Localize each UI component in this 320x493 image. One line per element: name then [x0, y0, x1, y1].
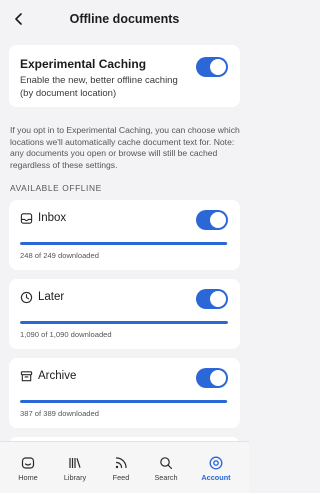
- library-icon: [69, 458, 81, 468]
- tab-home[interactable]: Home: [5, 442, 51, 493]
- chevron-left-icon: [15, 13, 22, 25]
- download-status: 1,090 of 1,090 downloaded: [20, 330, 112, 339]
- section-label-available-offline: AVAILABLE OFFLINE: [10, 183, 102, 193]
- clock-icon: [20, 291, 33, 304]
- download-status: 248 of 249 downloaded: [20, 251, 99, 260]
- location-card-archive: Archive 387 of 389 downloaded: [9, 358, 240, 428]
- tab-label: Search: [154, 473, 178, 482]
- location-card-inbox: Inbox 248 of 249 downloaded: [9, 200, 240, 270]
- download-progress-fill: [20, 400, 227, 403]
- location-name: Archive: [38, 370, 77, 382]
- experimental-caching-description: Enable the new, better offline caching (…: [20, 75, 178, 99]
- location-name: Later: [38, 291, 65, 303]
- download-progress-bar: [20, 321, 228, 324]
- bottom-tab-bar: Home Library Feed Search Account: [0, 441, 249, 493]
- toggle-knob: [210, 291, 226, 307]
- home-icon: [21, 457, 35, 469]
- download-progress-bar: [20, 242, 228, 245]
- toggle-knob: [210, 370, 226, 386]
- back-button[interactable]: [8, 8, 30, 30]
- download-progress-fill: [20, 242, 228, 245]
- page-title: Offline documents: [69, 12, 180, 26]
- experimental-caching-toggle[interactable]: [196, 57, 228, 77]
- location-name: Inbox: [38, 212, 67, 224]
- experimental-caching-title: Experimental Caching: [20, 57, 147, 71]
- account-icon: [209, 456, 223, 470]
- header-bar: Offline documents: [0, 0, 249, 38]
- download-progress-fill: [20, 321, 228, 324]
- tab-library[interactable]: Library: [52, 442, 98, 493]
- tab-feed[interactable]: Feed: [98, 442, 144, 493]
- archive-icon: [20, 371, 33, 382]
- download-status: 387 of 389 downloaded: [20, 409, 99, 418]
- tab-label: Account: [201, 473, 231, 482]
- inbox-offline-toggle[interactable]: [196, 210, 228, 230]
- location-card-later: Later 1,090 of 1,090 downloaded: [9, 279, 240, 349]
- tab-label: Feed: [112, 473, 130, 482]
- archive-offline-toggle[interactable]: [196, 368, 228, 388]
- inbox-icon: [20, 213, 33, 224]
- tab-label: Library: [63, 473, 87, 482]
- experimental-caching-info: If you opt in to Experimental Caching, y…: [10, 125, 240, 170]
- feed-icon: [115, 457, 127, 469]
- toggle-knob: [210, 212, 226, 228]
- tab-search[interactable]: Search: [143, 442, 189, 493]
- tab-label: Home: [18, 473, 38, 482]
- later-offline-toggle[interactable]: [196, 289, 228, 309]
- search-icon: [160, 457, 173, 470]
- tab-account[interactable]: Account: [193, 442, 239, 493]
- download-progress-bar: [20, 400, 228, 403]
- toggle-knob: [210, 59, 226, 75]
- experimental-caching-card: Experimental Caching Enable the new, bet…: [9, 45, 240, 107]
